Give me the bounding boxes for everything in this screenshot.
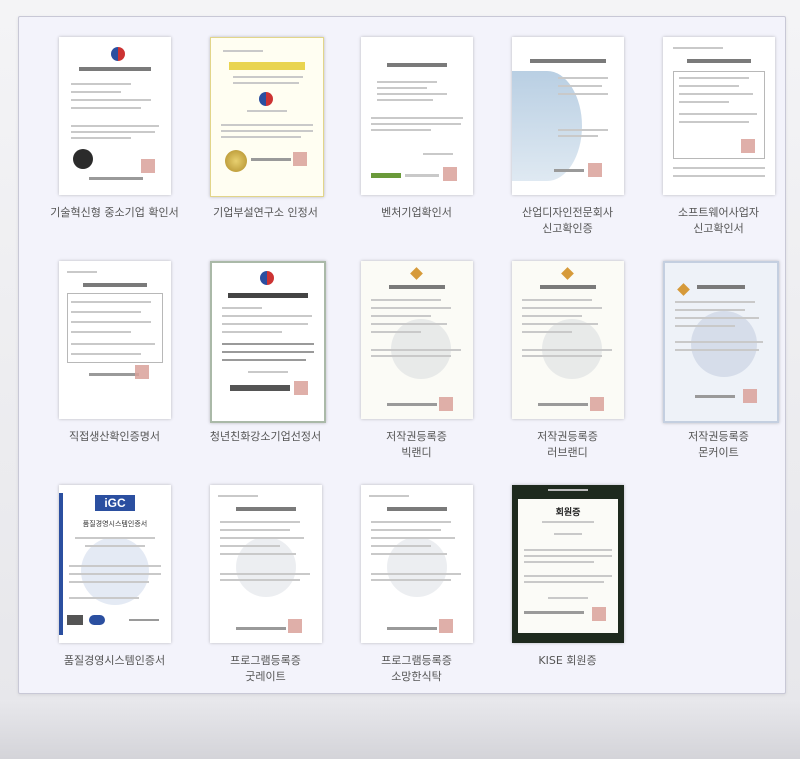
- page-frame: 기술혁신형 중소기업 확인서 기업부설연구소 인정서 벤처기업확인서 산업디자인…: [0, 0, 800, 759]
- certificate-thumbnail[interactable]: [512, 261, 624, 419]
- gallery-item-youth-friendly[interactable]: 청년친화강소기업선정서: [190, 261, 341, 485]
- certificate-caption: 저작권등록증 러브랜디: [537, 430, 598, 459]
- gallery-item-direct-production[interactable]: 직접생산확인증명서: [39, 261, 190, 485]
- bottom-bar: [0, 700, 800, 759]
- gallery-item-copyright-monkite[interactable]: 저작권등록증 몬커이트: [643, 261, 794, 485]
- certificate-caption: 품질경영시스템인증서: [63, 654, 166, 667]
- certificate-caption: 소프트웨어사업자 신고확인서: [678, 206, 759, 235]
- gallery-item-software-business[interactable]: 소프트웨어사업자 신고확인서: [643, 37, 794, 261]
- certificate-thumbnail[interactable]: [361, 261, 473, 419]
- certificate-thumbnail[interactable]: [361, 485, 473, 643]
- certificate-thumbnail[interactable]: iGC 품질경영시스템인증서: [59, 485, 171, 643]
- gallery-item-program-somang[interactable]: 프로그램등록증 소망한식탁: [341, 485, 492, 709]
- certificate-thumbnail[interactable]: [361, 37, 473, 195]
- certificate-thumbnail[interactable]: [663, 261, 779, 423]
- certificate-caption: 직접생산확인증명서: [68, 430, 161, 443]
- gallery-item-research-institute[interactable]: 기업부설연구소 인정서: [190, 37, 341, 261]
- certificate-thumbnail[interactable]: [663, 37, 775, 195]
- certificate-caption: 청년친화강소기업선정서: [209, 430, 322, 443]
- certificate-caption: 산업디자인전문회사 신고확인증: [521, 206, 614, 235]
- certificate-thumbnail[interactable]: [59, 37, 171, 195]
- certificate-caption: 저작권등록증 빅랜디: [386, 430, 447, 459]
- gallery-item-industrial-design[interactable]: 산업디자인전문회사 신고확인증: [492, 37, 643, 261]
- certificate-caption: 저작권등록증 몬커이트: [688, 430, 749, 459]
- gallery-item-kise-membership[interactable]: 회원증 KISE 회원증: [492, 485, 643, 709]
- gallery-item-program-goodrate[interactable]: 프로그램등록증 굿레이트: [190, 485, 341, 709]
- certificate-thumbnail[interactable]: [210, 37, 324, 197]
- certificate-thumbnail[interactable]: 회원증: [512, 485, 624, 643]
- certificate-caption: 프로그램등록증 굿레이트: [230, 654, 301, 683]
- gallery-item-quality-management[interactable]: iGC 품질경영시스템인증서 품질경영시스템인증서: [39, 485, 190, 709]
- certificate-thumbnail[interactable]: [59, 261, 171, 419]
- certificate-grid: 기술혁신형 중소기업 확인서 기업부설연구소 인정서 벤처기업확인서 산업디자인…: [39, 37, 794, 709]
- certificate-caption: 기업부설연구소 인정서: [213, 206, 318, 219]
- igc-certificate-title: 품질경영시스템인증서: [82, 520, 148, 528]
- certificate-thumbnail[interactable]: [210, 485, 322, 643]
- gallery-item-copyright-loverandy[interactable]: 저작권등록증 러브랜디: [492, 261, 643, 485]
- certificate-caption: 기술혁신형 중소기업 확인서: [50, 206, 179, 219]
- gallery-item-copyright-bigrandy[interactable]: 저작권등록증 빅랜디: [341, 261, 492, 485]
- gallery-item-venture[interactable]: 벤처기업확인서: [341, 37, 492, 261]
- certificate-thumbnail[interactable]: [512, 37, 624, 195]
- certificate-caption: 벤처기업확인서: [381, 206, 452, 219]
- certificate-thumbnail[interactable]: [210, 261, 326, 423]
- igc-logo: iGC: [95, 495, 135, 511]
- kise-certificate-title: 회원증: [555, 508, 581, 518]
- certificate-gallery-panel: 기술혁신형 중소기업 확인서 기업부설연구소 인정서 벤처기업확인서 산업디자인…: [18, 16, 786, 694]
- certificate-caption: KISE 회원증: [538, 654, 597, 667]
- certificate-caption: 프로그램등록증 소망한식탁: [381, 654, 452, 683]
- gallery-item-tech-innovation[interactable]: 기술혁신형 중소기업 확인서: [39, 37, 190, 261]
